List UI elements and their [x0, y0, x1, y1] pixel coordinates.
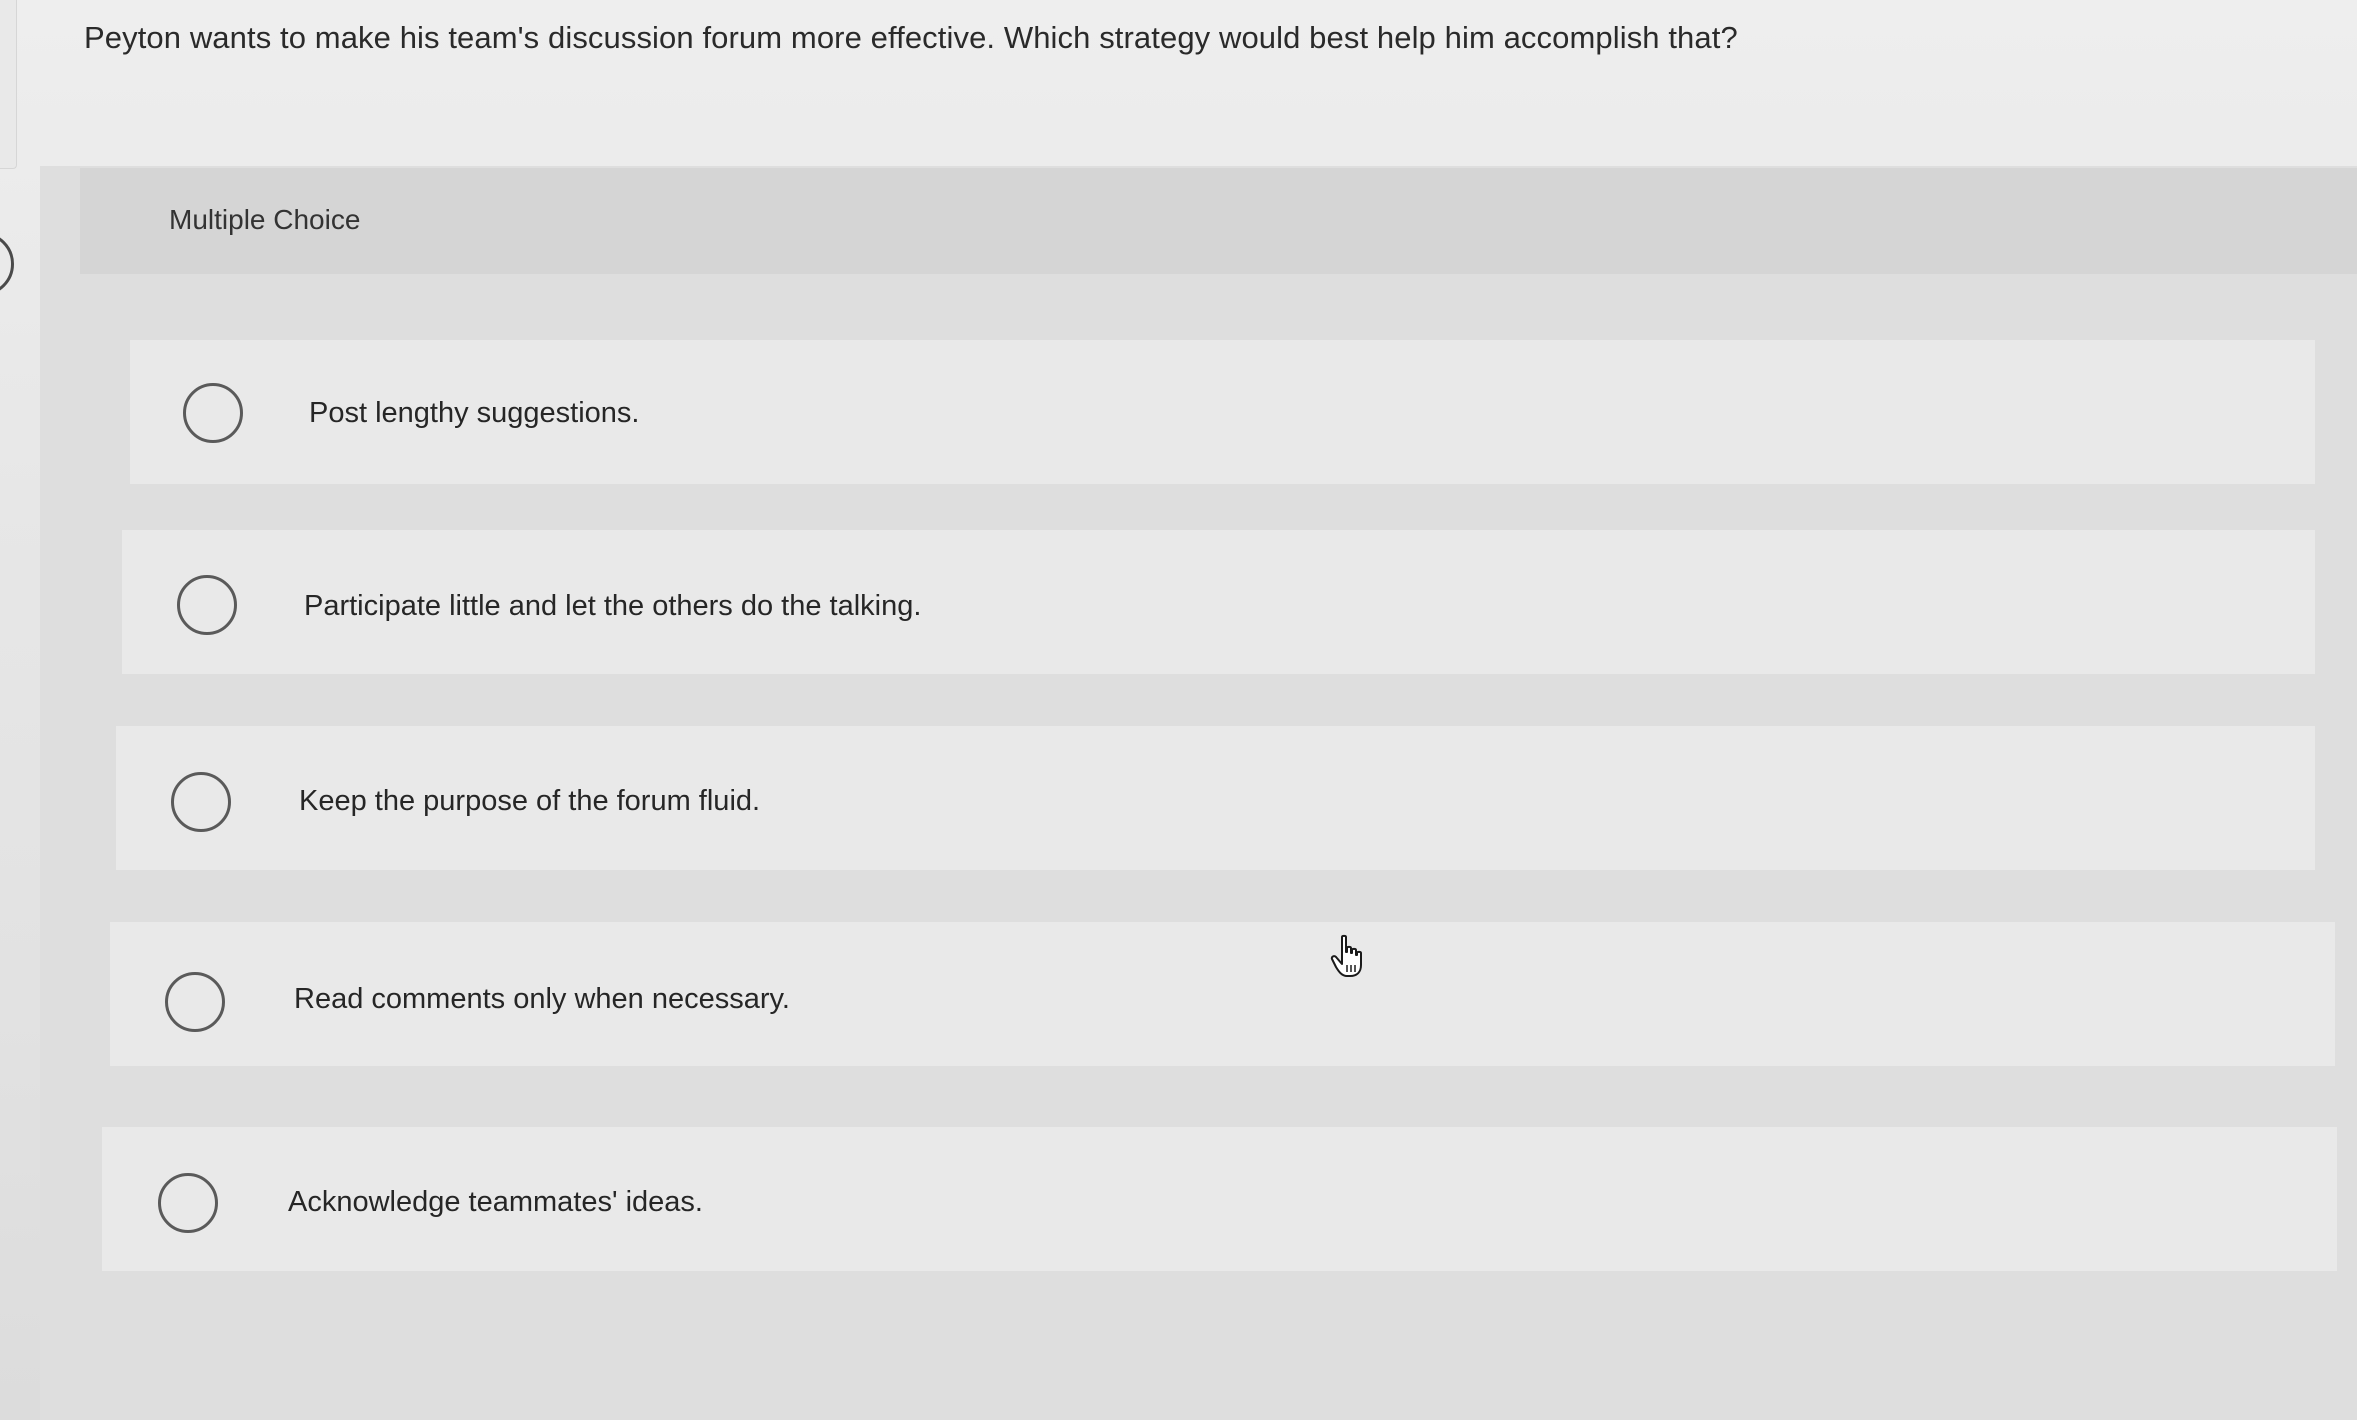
- question-prompt: Peyton wants to make his team's discussi…: [84, 20, 1738, 55]
- hand-pointer-icon: [1330, 934, 1362, 977]
- radio-button-icon[interactable]: [171, 772, 231, 832]
- answer-option-2-label: Participate little and let the others do…: [304, 590, 922, 622]
- question-type-label: Multiple Choice: [169, 204, 361, 235]
- side-panel-tab: [0, 0, 17, 169]
- multiple-choice-header: [80, 168, 2357, 274]
- side-navigation-button[interactable]: [0, 232, 14, 296]
- answer-option-3-label: Keep the purpose of the forum fluid.: [299, 785, 761, 817]
- answer-option-1-label: Post lengthy suggestions.: [309, 397, 640, 429]
- answer-option-4-label: Read comments only when necessary.: [294, 983, 790, 1015]
- radio-button-icon[interactable]: [177, 575, 237, 635]
- radio-button-icon[interactable]: [183, 383, 243, 443]
- radio-button-icon[interactable]: [165, 972, 225, 1032]
- radio-button-icon[interactable]: [158, 1173, 218, 1233]
- answer-option-5-label: Acknowledge teammates' ideas.: [288, 1186, 703, 1218]
